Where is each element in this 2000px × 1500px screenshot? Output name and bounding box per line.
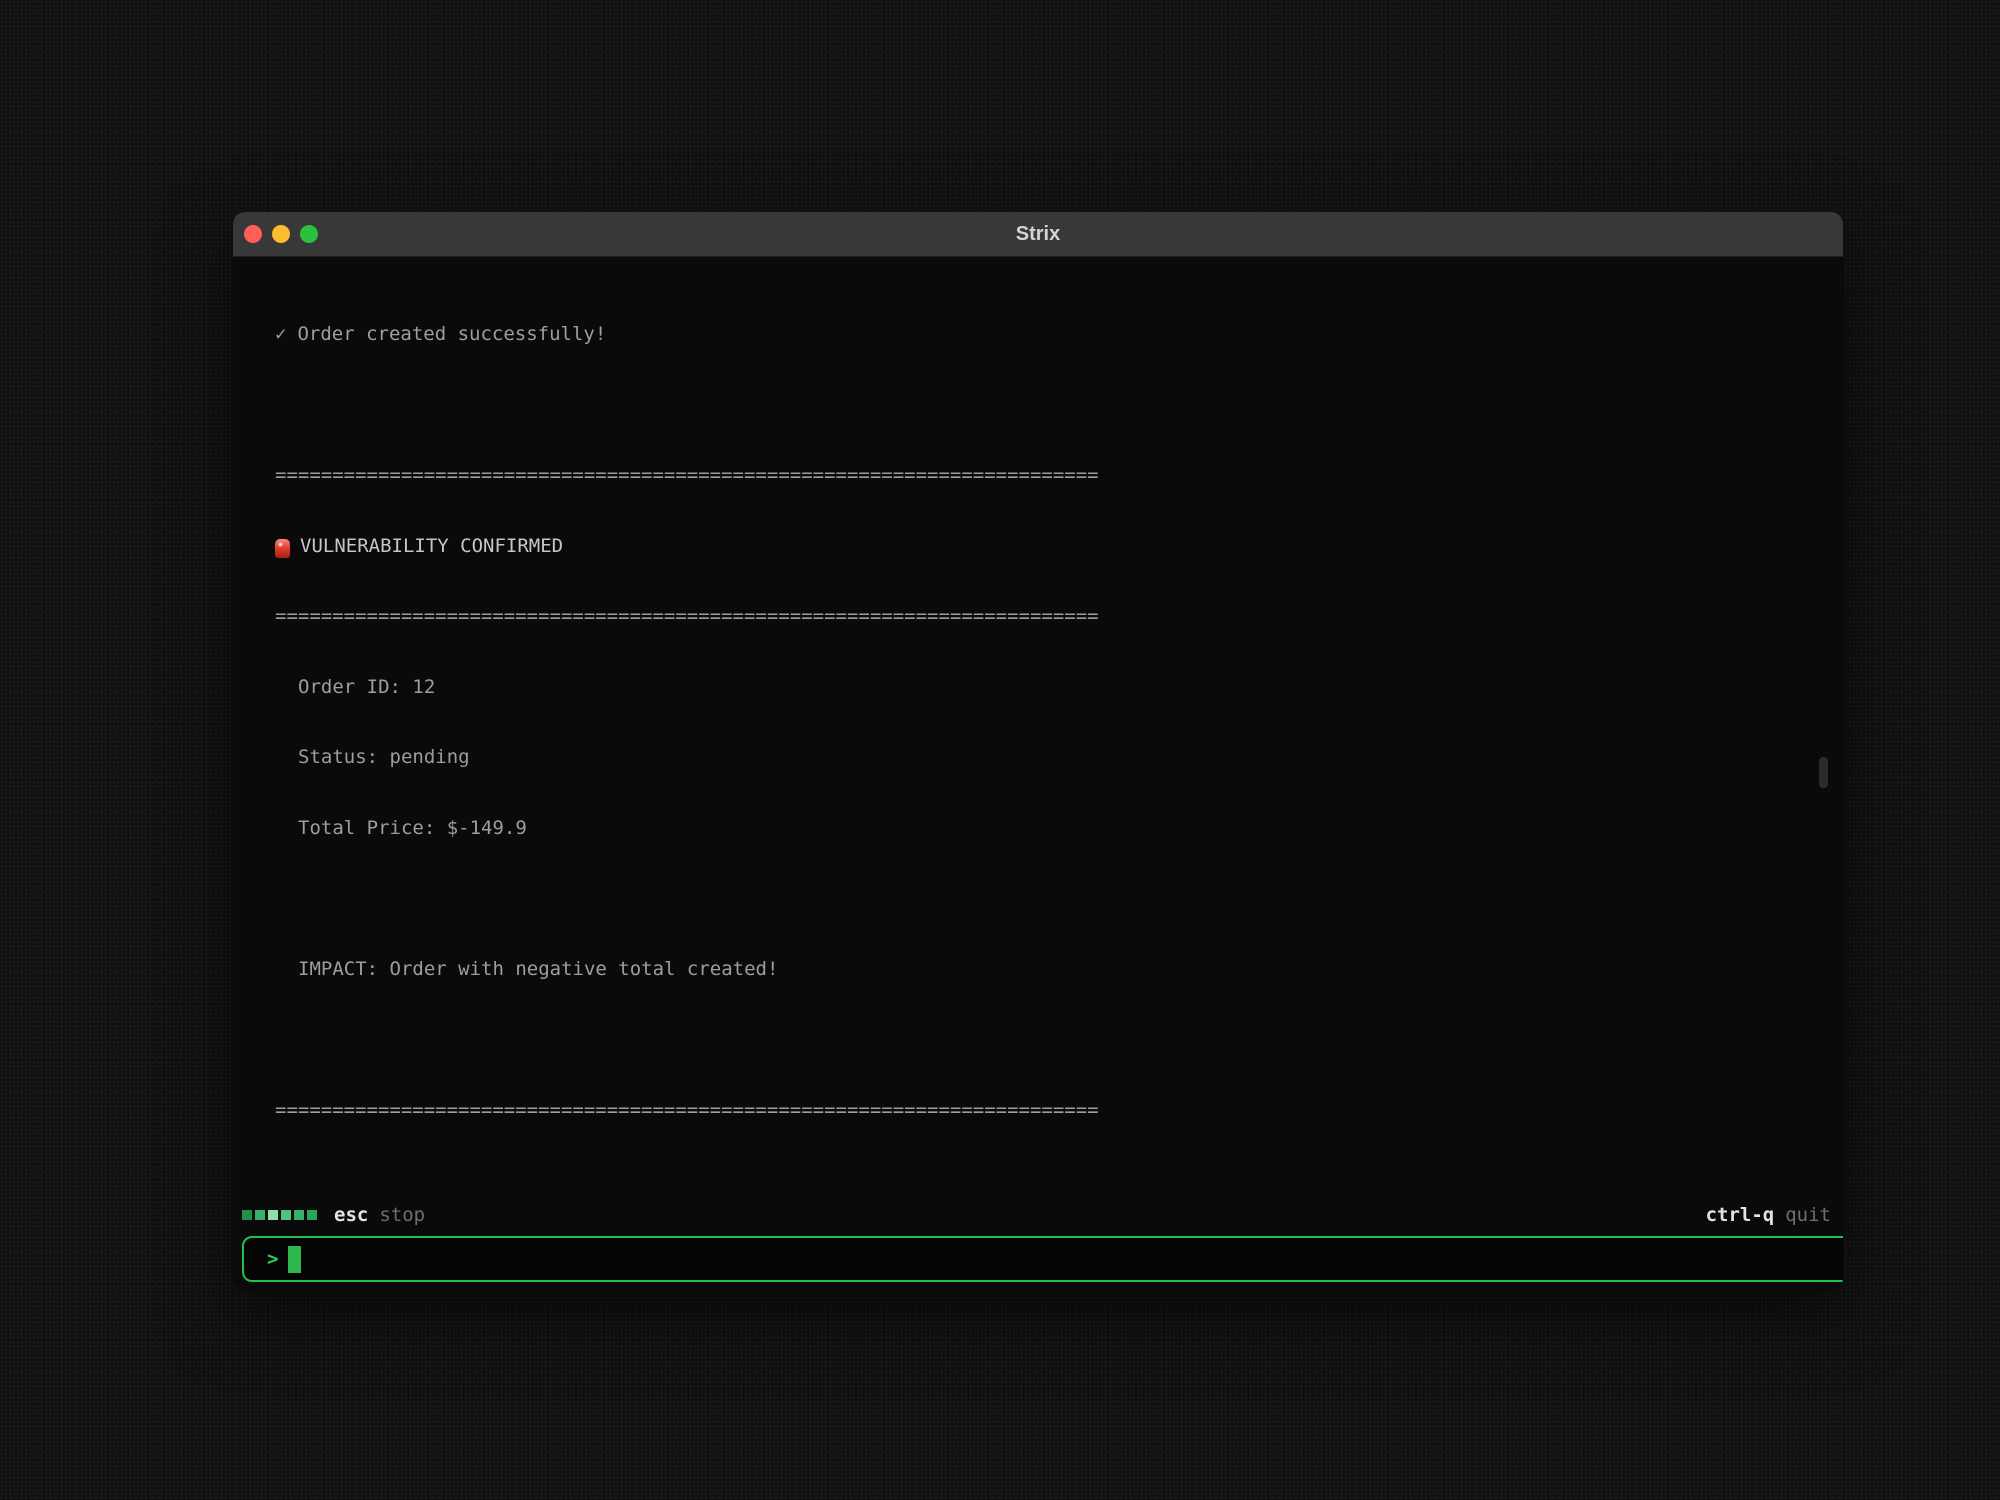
police-light-icon	[275, 539, 290, 558]
impact-line: IMPACT: Order with negative total create…	[275, 958, 1843, 982]
minimize-button[interactable]	[272, 225, 290, 243]
strix-terminal-window: Strix ✓ Order created successfully! =====…	[233, 212, 1843, 1290]
esc-key-hint[interactable]: esc	[334, 1204, 368, 1226]
order-status-line: Status: pending	[275, 746, 1843, 770]
window-controls	[244, 212, 318, 256]
alert-heading-line: VULNERABILITY CONFIRMED	[275, 535, 1843, 559]
window-title: Strix	[1016, 223, 1060, 246]
prompt-symbol: >	[267, 1248, 278, 1270]
window-titlebar[interactable]: Strix	[233, 212, 1843, 257]
loading-spinner	[242, 1210, 317, 1220]
scrollbar-thumb[interactable]	[1819, 757, 1828, 788]
total-price-line: Total Price: $-149.9	[275, 817, 1843, 841]
zoom-button[interactable]	[300, 225, 318, 243]
order-id-line: Order ID: 12	[275, 676, 1843, 700]
terminal-output: ✓ Order created successfully! ===========…	[233, 256, 1843, 1196]
terminal-content: ✓ Order created successfully! ===========…	[233, 256, 1843, 1196]
close-button[interactable]	[244, 225, 262, 243]
status-bar: esc stop ctrl-q quit	[233, 1196, 1843, 1234]
text-cursor	[288, 1246, 301, 1273]
command-input[interactable]: >	[242, 1236, 1843, 1282]
order-success-text: Order created successfully!	[297, 323, 606, 345]
quit-action-label[interactable]: quit	[1785, 1204, 1831, 1226]
check-icon: ✓	[275, 323, 286, 345]
alert-heading-text: VULNERABILITY CONFIRMED	[300, 535, 563, 559]
esc-action-label[interactable]: stop	[379, 1204, 425, 1226]
divider-line: ========================================…	[275, 605, 1843, 629]
divider-line: ========================================…	[275, 1099, 1843, 1123]
quit-key-hint[interactable]: ctrl-q	[1706, 1204, 1775, 1226]
order-success-line: ✓ Order created successfully!	[275, 323, 1843, 347]
divider-line: ========================================…	[275, 464, 1843, 488]
